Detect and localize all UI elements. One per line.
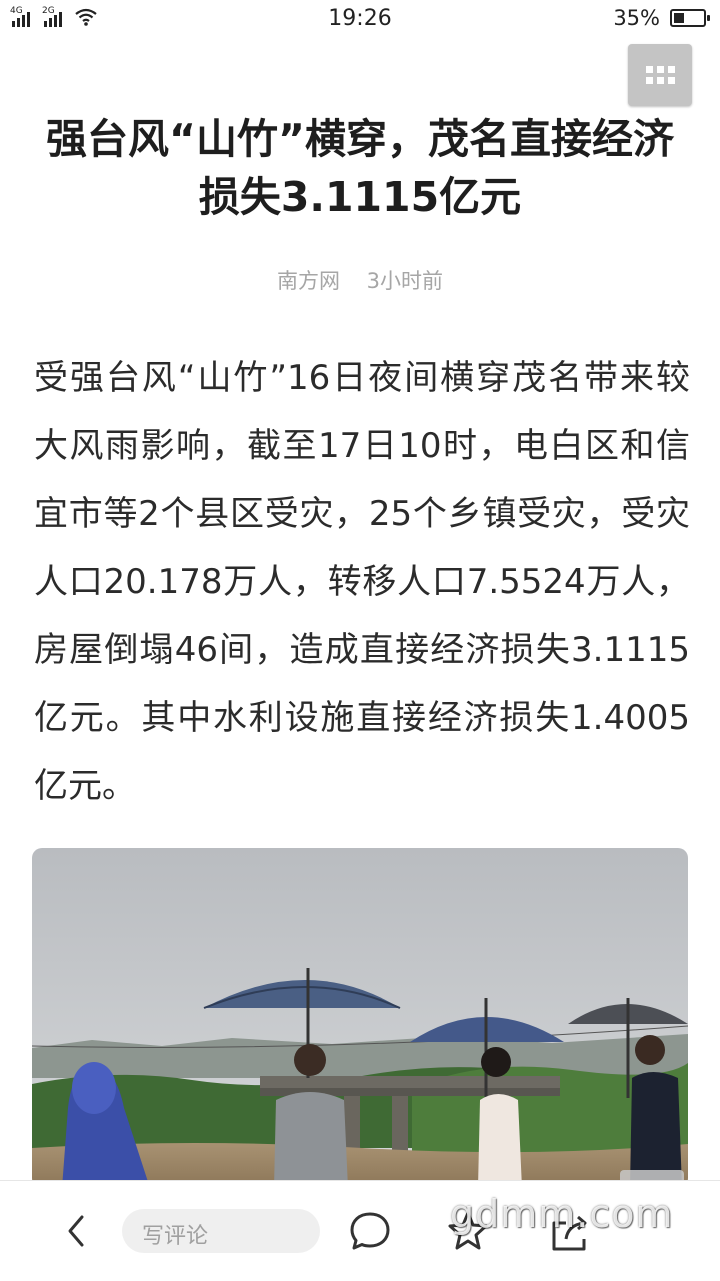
article-source[interactable]: 南方网 (277, 269, 340, 293)
battery-icon (670, 9, 710, 27)
clock: 19:26 (328, 6, 392, 31)
battery-percentage: 35% (613, 6, 660, 30)
comment-placeholder: 写评论 (142, 1224, 209, 1249)
article-meta: 南方网 3小时前 (0, 265, 720, 295)
chevron-left-icon[interactable] (58, 1211, 94, 1251)
flood-scene-image (32, 848, 688, 1188)
article-time: 3小时前 (366, 269, 444, 293)
article-title: 强台风“山竹”横穿，茂名直接经济损失3.1115亿元 (46, 115, 674, 221)
menu-button[interactable] (628, 44, 692, 106)
status-bar: 4G 2G 19:26 35% (0, 0, 720, 38)
watermark: gdmm.com (450, 1192, 674, 1236)
chat-bubble-icon[interactable] (348, 1209, 392, 1253)
article-photo[interactable] (32, 848, 688, 1188)
grid-icon (645, 66, 675, 84)
article-body: 受强台风“山竹”16日夜间横穿茂名带来较大风雨影响，截至17日10时，电白区和信… (34, 358, 690, 806)
comment-input[interactable]: 写评论 (122, 1209, 320, 1253)
battery-indicator: 35% (613, 6, 710, 30)
